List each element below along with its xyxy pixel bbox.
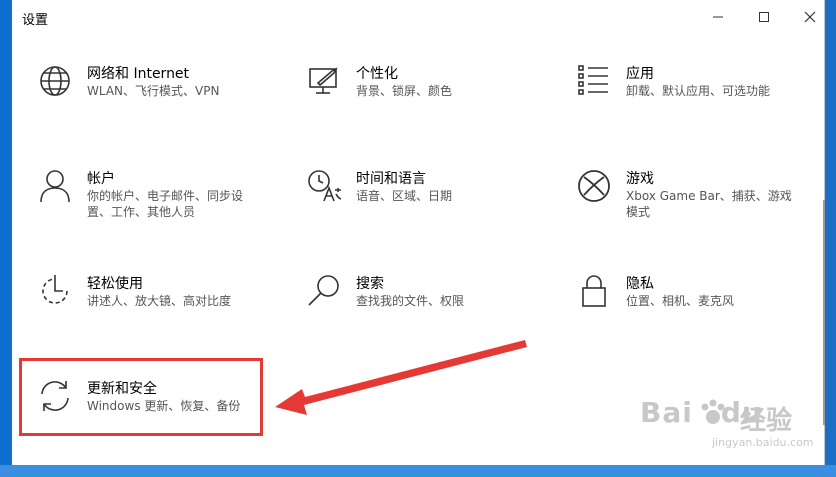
window-title: 设置 <box>22 13 49 28</box>
settings-item-desc: 讲述人、放大镜、高对比度 <box>87 294 232 308</box>
close-icon <box>804 11 816 23</box>
settings-item-privacy[interactable]: 隐私 位置、相机、麦克风 <box>576 273 816 343</box>
settings-item-label: 搜索 <box>356 276 384 292</box>
settings-item-search[interactable]: 搜索 查找我的文件、权限 <box>306 273 546 343</box>
scrollbar[interactable] <box>823 200 825 425</box>
settings-item-label: 个性化 <box>356 66 398 82</box>
settings-item-label: 应用 <box>626 66 654 82</box>
apps-list-icon <box>576 63 612 99</box>
settings-item-gaming[interactable]: 游戏 Xbox Game Bar、捕获、游戏模式 <box>576 168 816 238</box>
annotation-arrow <box>275 340 527 415</box>
settings-item-desc: Xbox Game Bar、捕获、游戏模式 <box>626 189 792 219</box>
minimize-button[interactable] <box>698 4 738 30</box>
title-bar: 设置 <box>12 0 824 34</box>
settings-item-apps[interactable]: 应用 卸载、默认应用、可选功能 <box>576 63 816 133</box>
minimize-icon <box>713 16 723 18</box>
time-language-icon <box>306 168 342 204</box>
settings-item-network[interactable]: 网络和 Internet WLAN、飞行模式、VPN <box>37 63 277 133</box>
watermark-url: jingyan.baidu.com <box>712 436 814 449</box>
settings-item-label: 轻松使用 <box>87 276 143 292</box>
settings-item-accounts[interactable]: 帐户 你的帐户、电子邮件、同步设置、工作、其他人员 <box>37 168 277 238</box>
settings-item-desc: 位置、相机、麦克风 <box>626 294 735 308</box>
settings-item-desc: 背景、锁屏、颜色 <box>356 84 453 98</box>
maximize-button[interactable] <box>744 4 784 30</box>
person-icon <box>37 168 73 204</box>
settings-item-ease-of-access[interactable]: 轻松使用 讲述人、放大镜、高对比度 <box>37 273 277 343</box>
settings-item-desc: WLAN、飞行模式、VPN <box>87 84 220 98</box>
close-button[interactable] <box>790 4 830 30</box>
xbox-icon <box>576 168 612 204</box>
highlight-box <box>19 358 263 436</box>
settings-item-desc: 语音、区域、日期 <box>356 189 453 203</box>
settings-item-label: 网络和 Internet <box>87 66 190 82</box>
watermark-cn: 经验 <box>740 406 793 436</box>
paw-icon <box>701 399 725 424</box>
settings-item-time-language[interactable]: 时间和语言 语音、区域、日期 <box>306 168 546 238</box>
globe-icon <box>37 63 73 99</box>
settings-item-desc: 你的帐户、电子邮件、同步设置、工作、其他人员 <box>87 189 244 219</box>
lock-icon <box>576 273 612 309</box>
maximize-icon <box>759 12 769 22</box>
ease-of-access-icon <box>37 273 73 309</box>
settings-item-personalization[interactable]: 个性化 背景、锁屏、颜色 <box>306 63 546 133</box>
settings-item-desc: 卸载、默认应用、可选功能 <box>626 84 771 98</box>
settings-item-label: 帐户 <box>87 171 115 187</box>
settings-item-label: 隐私 <box>626 276 654 292</box>
settings-item-label: 时间和语言 <box>356 171 426 187</box>
desktop-background <box>0 0 11 477</box>
taskbar-edge <box>0 465 836 477</box>
settings-item-label: 游戏 <box>626 171 654 187</box>
personalization-icon <box>306 63 342 99</box>
search-icon <box>306 273 342 309</box>
settings-item-desc: 查找我的文件、权限 <box>356 294 465 308</box>
baidu-watermark: Bai du 经验 jingyan.baidu.com <box>640 396 814 466</box>
